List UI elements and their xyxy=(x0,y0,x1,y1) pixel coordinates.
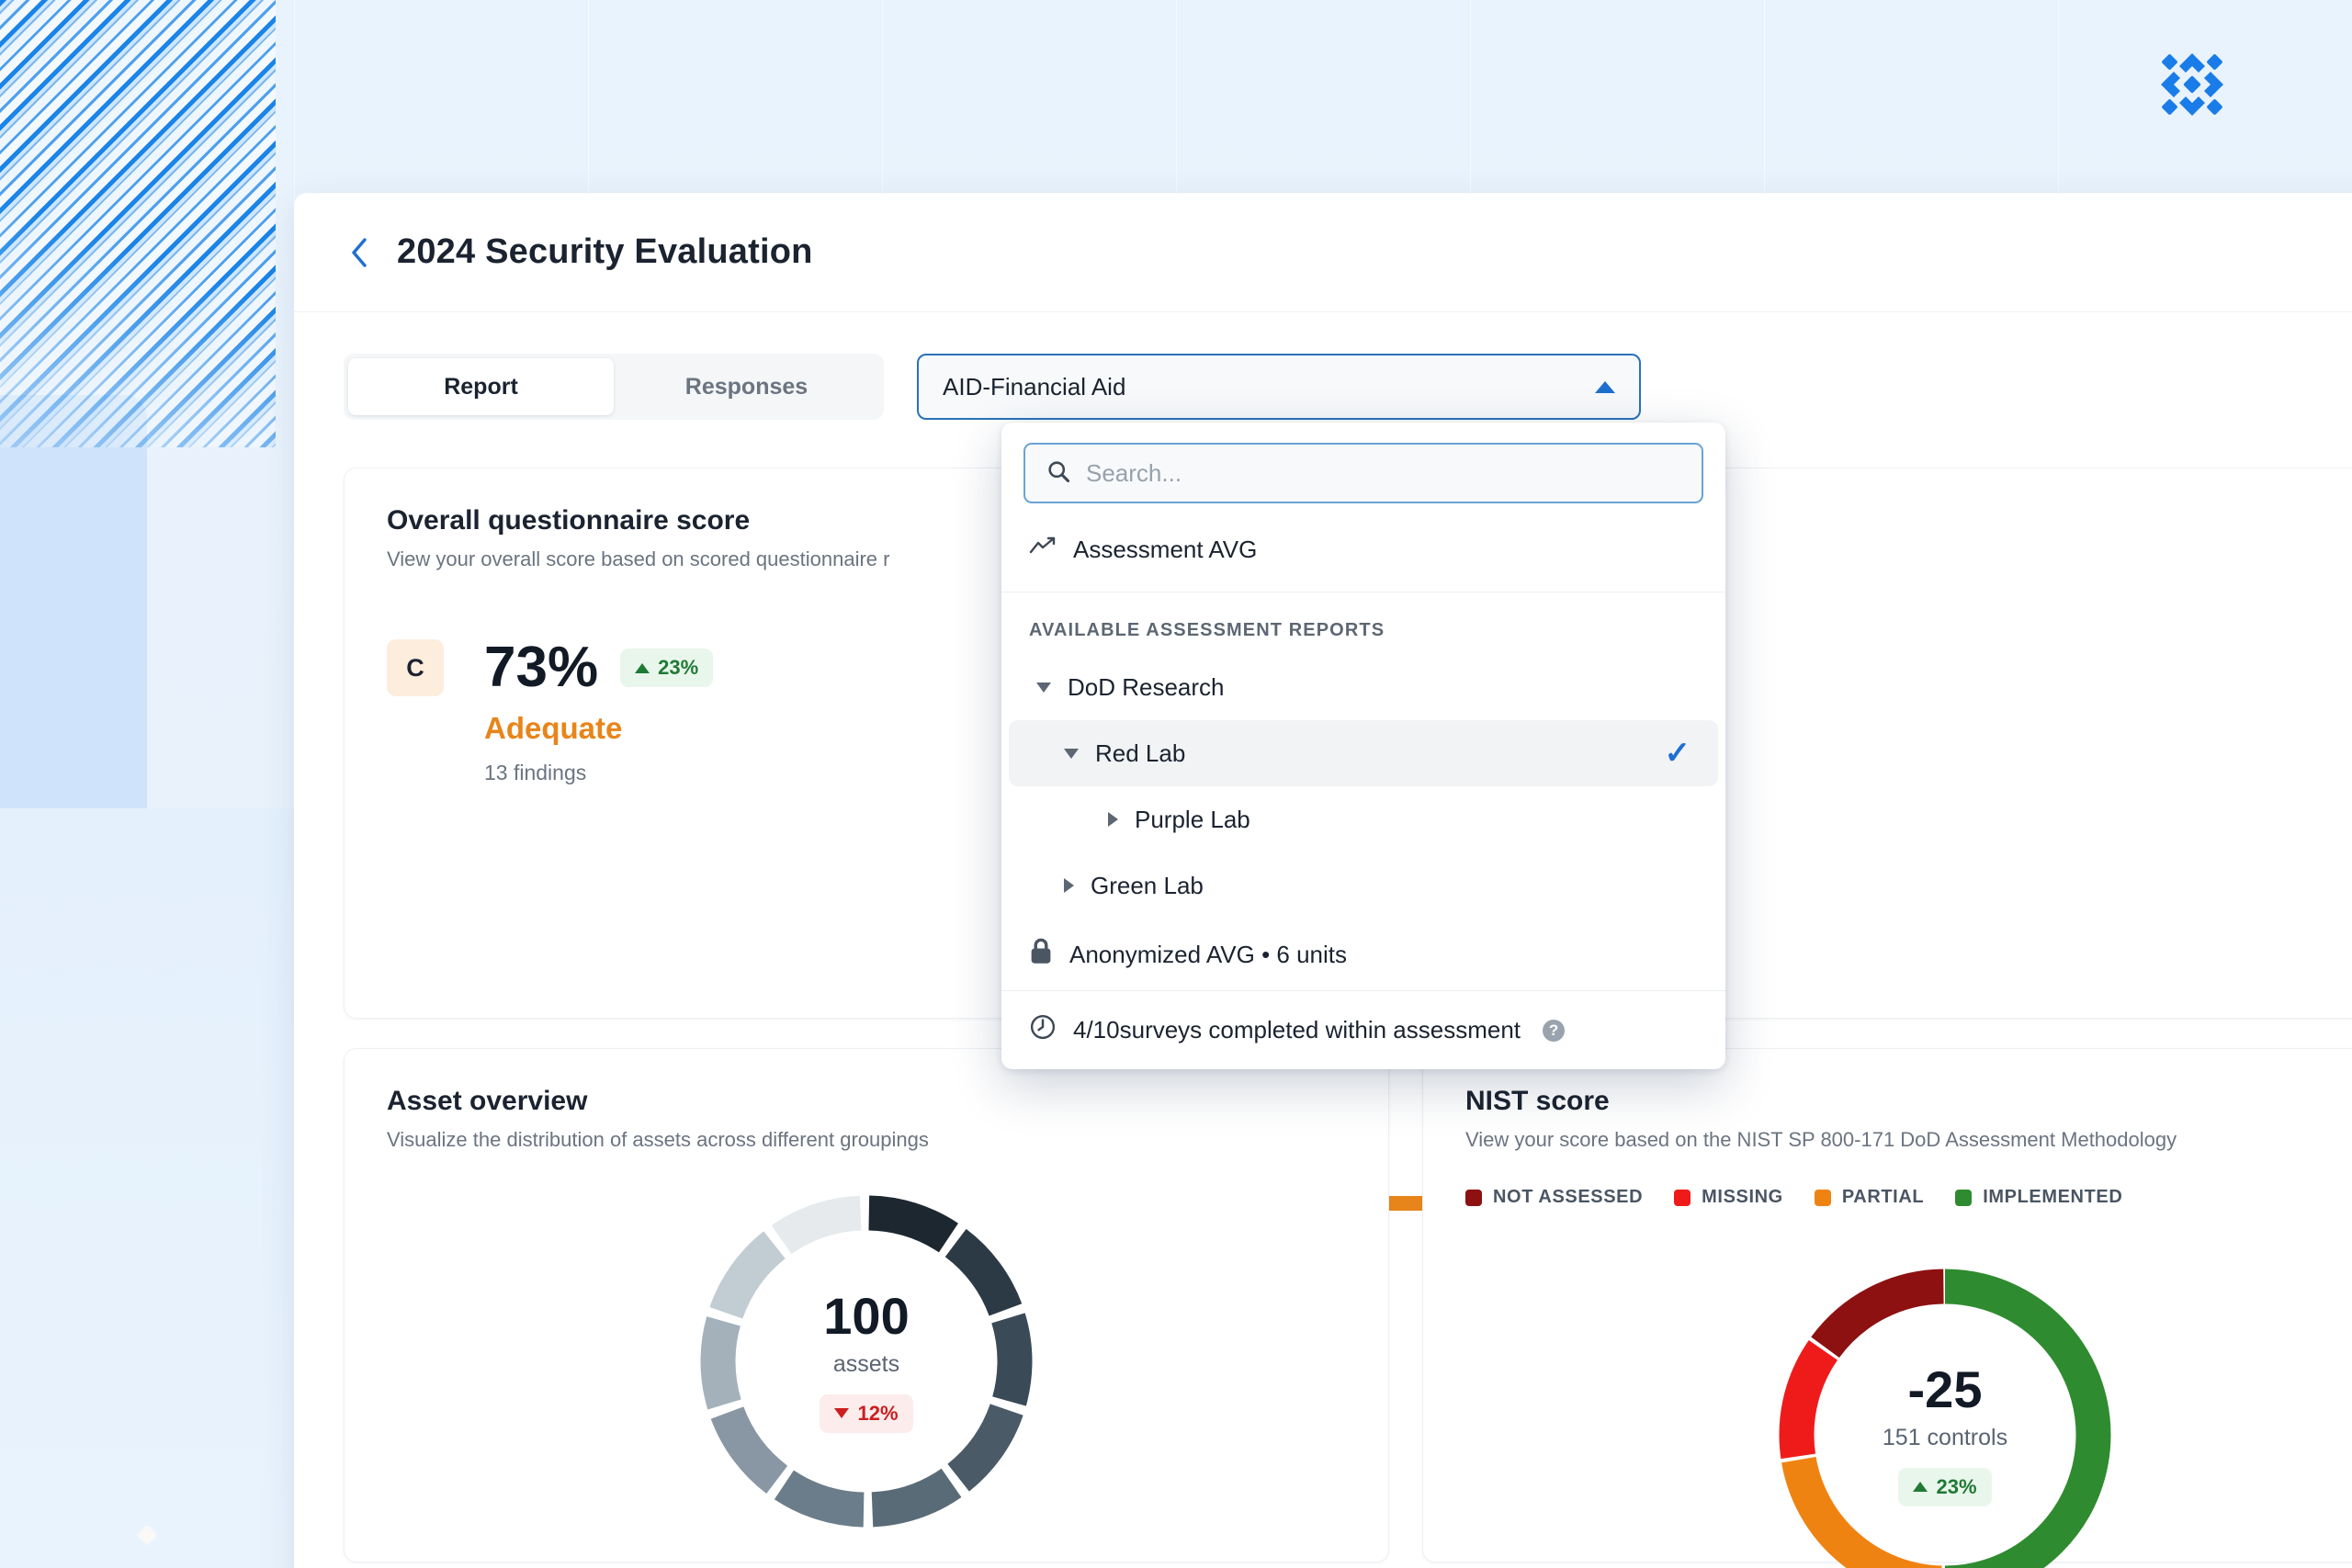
legend-swatch-missing xyxy=(1674,1190,1690,1206)
nist-donut-chart: -25 151 controls 23% xyxy=(1770,1260,2120,1568)
asset-donut-center: 100 assets 12% xyxy=(692,1187,1041,1536)
overall-score-delta: 23% xyxy=(620,649,713,687)
nist-controls-count: 151 controls xyxy=(1883,1425,2007,1451)
dropdown-tree-item-green-lab-label: Green Lab xyxy=(1091,872,1204,900)
nist-score-value: -25 xyxy=(1908,1364,1983,1416)
legend-label-implemented: IMPLEMENTED xyxy=(1983,1187,2122,1208)
chevron-right-icon[interactable] xyxy=(1108,812,1118,827)
legend-label-missing: MISSING xyxy=(1702,1187,1783,1208)
dropdown-tree-item-red-lab[interactable]: Red Lab ✓ xyxy=(1009,720,1718,786)
page-title: 2024 Security Evaluation xyxy=(397,232,813,272)
asset-overview-card: Asset overview Visualize the distributio… xyxy=(344,1048,1389,1562)
chevron-down-icon[interactable] xyxy=(1064,749,1079,759)
legend-swatch-not-assessed xyxy=(1465,1190,1482,1206)
toolbar: Report Responses AID-Financial Aid xyxy=(294,312,2352,420)
triangle-down-icon xyxy=(834,1408,849,1418)
asset-donut-wrap: 100 assets 12% xyxy=(345,1187,1388,1536)
background-soft-rect xyxy=(0,395,147,827)
overall-score-percent: 73% xyxy=(484,639,598,696)
asset-delta: 12% xyxy=(820,1394,912,1433)
nist-score-title: NIST score xyxy=(1465,1086,2352,1117)
dropdown-tree-item-purple-lab-label: Purple Lab xyxy=(1135,806,1250,834)
dropdown-tree-item-red-lab-label: Red Lab xyxy=(1095,739,1185,768)
overall-score-findings: 13 findings xyxy=(484,761,713,785)
dropdown-item-anonymized-avg[interactable]: Anonymized AVG • 6 units xyxy=(1001,919,1725,990)
nist-delta: 23% xyxy=(1898,1468,1991,1506)
dropdown-search-wrap xyxy=(1001,423,1725,516)
chevron-down-icon[interactable] xyxy=(1036,682,1051,693)
trend-line-icon xyxy=(1029,536,1057,564)
unit-select[interactable]: AID-Financial Aid xyxy=(917,354,1641,420)
dropdown-item-anonymized-avg-label: Anonymized AVG • 6 units xyxy=(1069,941,1347,969)
asset-overview-subtitle: Visualize the distribution of assets acr… xyxy=(387,1128,1346,1152)
legend-item-not-assessed: NOT ASSESSED xyxy=(1465,1187,1643,1208)
legend-swatch-partial xyxy=(1815,1190,1831,1206)
help-icon[interactable]: ? xyxy=(1543,1020,1565,1042)
nist-donut-center: -25 151 controls 23% xyxy=(1770,1260,2120,1568)
lock-icon xyxy=(1029,938,1053,972)
nist-donut-wrap: -25 151 controls 23% xyxy=(1423,1260,2352,1568)
nist-delta-value: 23% xyxy=(1936,1475,1976,1499)
dropdown-tree-item-dod-research[interactable]: DoD Research xyxy=(1009,654,1718,720)
asset-donut-chart: 100 assets 12% xyxy=(692,1187,1041,1536)
nist-score-card: NIST score View your score based on the … xyxy=(1422,1048,2352,1562)
grade-chip-current: C xyxy=(387,639,444,696)
tab-group: Report Responses xyxy=(344,354,884,420)
triangle-up-icon xyxy=(635,663,650,673)
dropdown-tree-item-green-lab[interactable]: Green Lab xyxy=(1009,852,1718,919)
legend-swatch-implemented xyxy=(1955,1190,1972,1206)
search-input[interactable] xyxy=(1086,459,1681,488)
search-field[interactable] xyxy=(1023,443,1703,503)
asset-delta-value: 12% xyxy=(857,1402,898,1426)
asset-unit: assets xyxy=(833,1351,899,1378)
tab-report[interactable]: Report xyxy=(348,358,614,415)
app-header: 2024 Security Evaluation xyxy=(294,193,2352,312)
dropdown-group-label: AVAILABLE ASSESSMENT REPORTS xyxy=(1001,602,1725,654)
nist-legend: NOT ASSESSED MISSING PARTIAL IMPLEM xyxy=(1465,1187,2352,1208)
unit-select-value: AID-Financial Aid xyxy=(943,373,1595,401)
legend-label-not-assessed: NOT ASSESSED xyxy=(1493,1187,1643,1208)
dropdown-item-assessment-avg-label: Assessment AVG xyxy=(1073,536,1257,564)
dropdown-footer-text: 4/10surveys completed within assessment xyxy=(1073,1016,1521,1044)
check-icon: ✓ xyxy=(1665,738,1691,769)
tab-responses[interactable]: Responses xyxy=(614,358,879,415)
clock-icon xyxy=(1029,1013,1057,1047)
legend-item-missing: MISSING xyxy=(1674,1187,1783,1208)
decorative-stripes xyxy=(0,0,276,447)
legend-label-partial: PARTIAL xyxy=(1842,1187,1924,1208)
overall-score-delta-value: 23% xyxy=(658,656,698,680)
asset-count: 100 xyxy=(823,1291,909,1342)
dropdown-tree-item-purple-lab[interactable]: Purple Lab xyxy=(1009,786,1718,852)
unit-select-dropdown: Assessment AVG AVAILABLE ASSESSMENT REPO… xyxy=(1001,423,1725,1069)
app-logo xyxy=(2161,53,2223,116)
screen: 2024 Security Evaluation Report Response… xyxy=(0,0,2352,1568)
triangle-up-icon xyxy=(1913,1482,1928,1492)
lower-cards: Asset overview Visualize the distributio… xyxy=(344,1048,2352,1562)
overall-score-main: 73% 23% Adequate 13 findings xyxy=(484,639,713,785)
legend-item-implemented: IMPLEMENTED xyxy=(1955,1187,2122,1208)
dropdown-item-assessment-avg[interactable]: Assessment AVG xyxy=(1001,516,1725,582)
nist-score-subtitle: View your score based on the NIST SP 800… xyxy=(1465,1128,2352,1152)
asset-overview-title: Asset overview xyxy=(387,1086,1346,1117)
legend-item-partial: PARTIAL xyxy=(1815,1187,1924,1208)
dropdown-footer: 4/10surveys completed within assessment … xyxy=(1001,990,1725,1069)
chevron-left-icon[interactable] xyxy=(344,237,375,268)
caret-up-icon xyxy=(1595,381,1615,393)
overall-score-status: Adequate xyxy=(484,711,713,746)
dropdown-tree-item-dod-research-label: DoD Research xyxy=(1068,673,1225,702)
chevron-right-icon[interactable] xyxy=(1064,878,1074,893)
search-icon xyxy=(1046,458,1071,489)
